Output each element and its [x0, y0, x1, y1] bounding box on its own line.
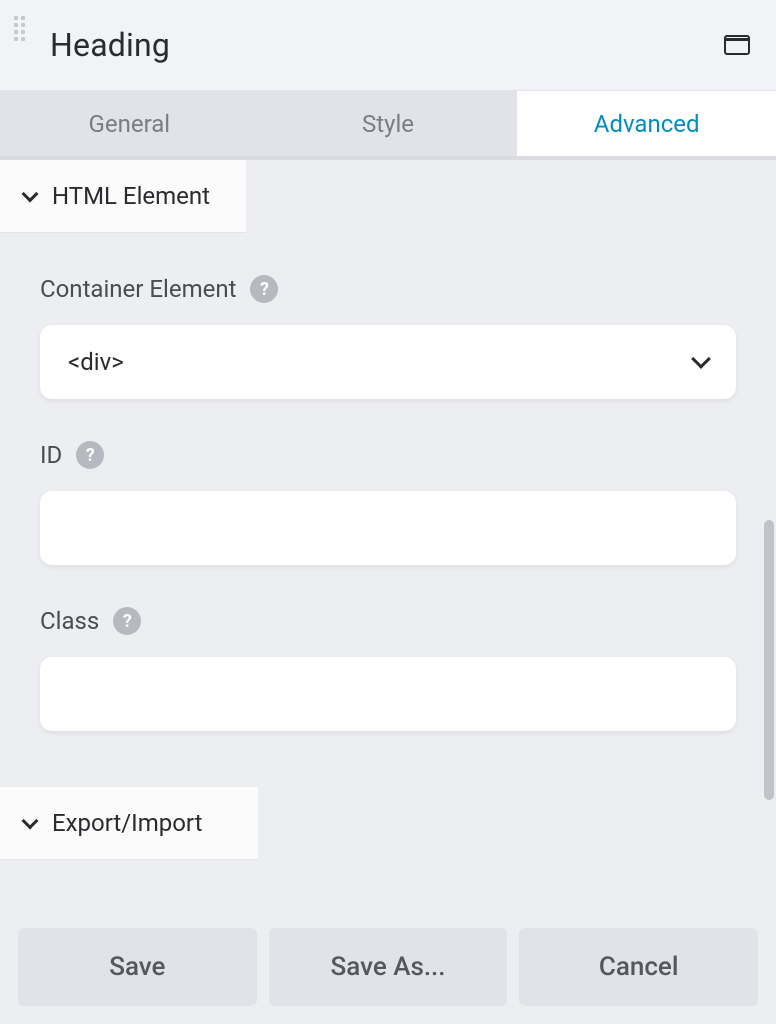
section-toggle-export-import[interactable]: Export/Import [0, 787, 258, 860]
label-id: ID [40, 441, 62, 469]
field-id: ID ? [40, 441, 736, 565]
chevron-down-icon [691, 349, 711, 369]
tab-style[interactable]: Style [259, 91, 518, 156]
help-icon[interactable]: ? [250, 275, 278, 303]
select-value-container-element: <div> [68, 348, 124, 376]
settings-panel: Heading General Style Advanced HTML Elem… [0, 0, 776, 1024]
field-class: Class ? [40, 607, 736, 731]
input-class-wrapper [40, 657, 736, 731]
label-class: Class [40, 607, 99, 635]
select-container-element[interactable]: <div> [40, 325, 736, 399]
section-title-html-element: HTML Element [52, 182, 210, 210]
panel-header: Heading [0, 0, 776, 90]
input-class[interactable] [68, 657, 708, 731]
chevron-down-icon [22, 813, 39, 830]
cancel-button[interactable]: Cancel [519, 928, 758, 1006]
tab-advanced[interactable]: Advanced [517, 91, 776, 156]
label-container-element: Container Element [40, 275, 236, 303]
tabs-bar: General Style Advanced [0, 90, 776, 160]
drag-handle-icon[interactable] [14, 16, 32, 41]
responsive-toggle-icon[interactable] [724, 35, 750, 55]
panel-title: Heading [50, 26, 724, 64]
section-body-html-element: Container Element ? <div> ID ? [0, 233, 776, 779]
help-icon[interactable]: ? [113, 607, 141, 635]
save-button[interactable]: Save [18, 928, 257, 1006]
tab-general[interactable]: General [0, 91, 259, 156]
sections-area: HTML Element Container Element ? <div> I… [0, 160, 776, 914]
save-as-button[interactable]: Save As... [269, 928, 508, 1006]
chevron-down-icon [22, 186, 39, 203]
scrollbar-thumb[interactable] [764, 520, 774, 800]
section-toggle-html-element[interactable]: HTML Element [0, 160, 246, 233]
help-icon[interactable]: ? [76, 441, 104, 469]
input-id-wrapper [40, 491, 736, 565]
footer-actions: Save Save As... Cancel [0, 914, 776, 1024]
input-id[interactable] [68, 491, 708, 565]
section-title-export-import: Export/Import [52, 809, 203, 837]
field-container-element: Container Element ? <div> [40, 275, 736, 399]
